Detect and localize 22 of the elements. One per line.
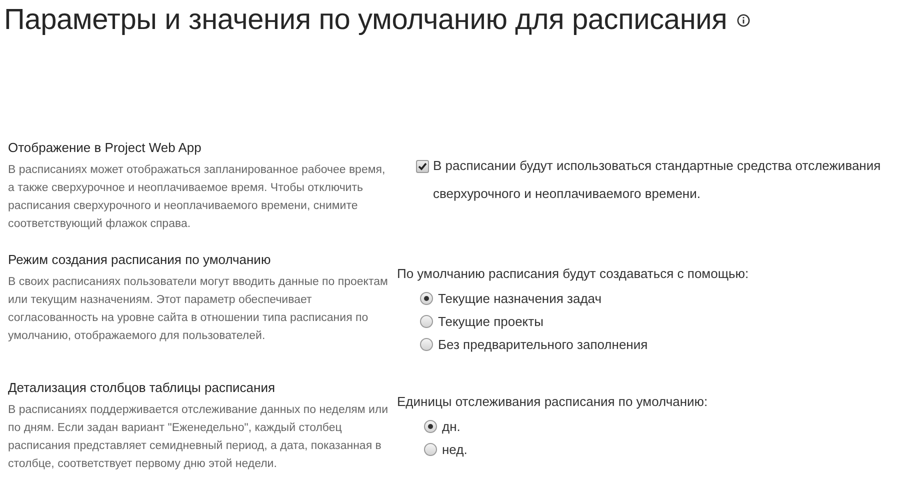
radio-button[interactable] <box>420 338 433 351</box>
checkbox[interactable] <box>416 160 429 173</box>
radio-option[interactable]: нед. <box>397 438 899 461</box>
section-description: В расписаниях может отображаться запланированное рабочее время, а также сверхурочное и неоплачиваемое время. Чтобы отключить расписания сверхурочного и неоплачиваемого времени, снимите соответствующий флажок справа. <box>8 163 386 232</box>
radio-option[interactable]: дн. <box>397 415 899 438</box>
section-description: В своих расписаниях пользователи могут вводить данные по проектам или текущим назначениям. Этот параметр обеспечивает согласованность на уровне сайта в отношении типа расписания по умолчанию, отображаемого для пользователей. <box>8 275 389 344</box>
radio-button[interactable] <box>424 420 437 433</box>
options-prompt: По умолчанию расписания будут создаваться с помощью: <box>397 266 750 281</box>
section-description: В расписаниях поддерживается отслеживание данных по неделям или по дням. Если задан вариант "Еженедельно", каждый столбец расписания представляет семидневный период, а дата, показанная в столбце, соответствует первому дню этой недели. <box>8 403 390 472</box>
radio-button[interactable] <box>420 292 433 305</box>
section-heading: Режим создания расписания по умолчанию <box>8 252 272 267</box>
radio-option[interactable]: Без предварительного заполнения <box>397 333 899 356</box>
radio-option[interactable]: Текущие проекты <box>397 310 899 333</box>
radio-option[interactable]: Текущие назначения задач <box>397 287 899 310</box>
radio-button[interactable] <box>424 443 437 456</box>
options-prompt: Единицы отслеживания расписания по умолчанию: <box>397 394 709 409</box>
info-icon[interactable] <box>737 14 750 26</box>
section-heading: Отображение в Project Web App <box>8 140 202 155</box>
checkbox-label: В расписании будут использоваться стандартные средства отслеживания сверхурочного и неоплачиваемого времени. <box>433 157 881 203</box>
page-title: Параметры и значения по умолчанию для расписания <box>4 4 728 36</box>
section-heading: Детализация столбцов таблицы расписания <box>8 380 276 395</box>
radio-button[interactable] <box>420 315 433 328</box>
